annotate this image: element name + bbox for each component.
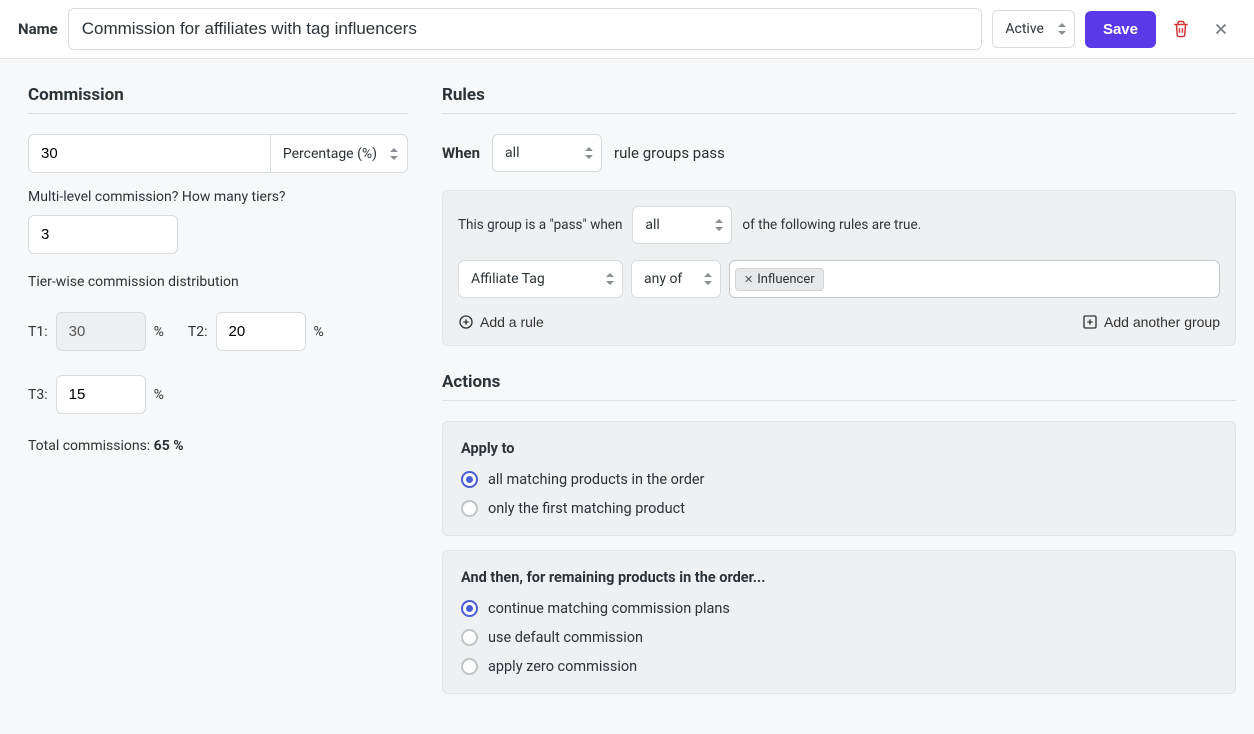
- commission-amount-row: Percentage (%): [28, 134, 408, 173]
- and-then-label: And then, for remaining products in the …: [461, 569, 1217, 586]
- commission-title: Commission: [28, 85, 408, 114]
- rule-operator-value: any of: [644, 271, 682, 287]
- apply-to-panel: Apply to all matching products in the or…: [442, 421, 1236, 536]
- group-footer: Add a rule Add another group: [458, 314, 1220, 330]
- group-suffix: of the following rules are true.: [742, 217, 921, 233]
- tier-value-input-t3[interactable]: [56, 375, 146, 414]
- add-group-label: Add another group: [1104, 314, 1220, 330]
- tag-text: Influencer: [757, 272, 814, 287]
- name-input[interactable]: [68, 8, 983, 50]
- tier-inputs-row: T1: % T2: %: [28, 312, 408, 351]
- trash-icon: [1172, 20, 1190, 38]
- tier-inputs-row-2: T3: %: [28, 375, 408, 414]
- tier-item: T1: %: [28, 312, 164, 351]
- when-suffix: rule groups pass: [614, 144, 725, 162]
- group-prefix: This group is a "pass" when: [458, 217, 622, 233]
- add-rule-label: Add a rule: [480, 314, 544, 330]
- tier-value-input-t2[interactable]: [216, 312, 306, 351]
- mlm-label: Multi-level commission? How many tiers?: [28, 189, 408, 205]
- tier-item: T2: %: [188, 312, 324, 351]
- when-label: When: [442, 144, 480, 162]
- rule-field-value: Affiliate Tag: [471, 271, 545, 287]
- radio-icon: [461, 471, 478, 488]
- when-select[interactable]: all: [492, 134, 602, 172]
- radio-icon: [461, 600, 478, 617]
- apply-to-option-first[interactable]: only the first matching product: [461, 500, 1217, 517]
- when-row: When all rule groups pass: [442, 134, 1236, 172]
- tier-dist-label: Tier-wise commission distribution: [28, 274, 408, 290]
- radio-label: all matching products in the order: [488, 471, 704, 488]
- then-option-default[interactable]: use default commission: [461, 629, 1217, 646]
- total-prefix: Total commissions:: [28, 438, 154, 454]
- rule-operator-select[interactable]: any of: [631, 260, 721, 298]
- group-pass-value: all: [645, 217, 659, 233]
- commission-type-value: Percentage (%): [283, 146, 377, 162]
- actions-title: Actions: [442, 372, 1236, 401]
- tier-label: T3:: [28, 387, 48, 403]
- add-group-button[interactable]: Add another group: [1082, 314, 1220, 330]
- radio-label: only the first matching product: [488, 500, 685, 517]
- when-select-value: all: [505, 145, 519, 161]
- tier-item: T3: %: [28, 375, 164, 414]
- delete-button[interactable]: [1166, 14, 1196, 44]
- percent-sign: %: [154, 387, 164, 403]
- tier-label: T2:: [188, 324, 208, 340]
- radio-label: use default commission: [488, 629, 643, 646]
- group-header: This group is a "pass" when all of the f…: [458, 206, 1220, 244]
- percent-sign: %: [314, 324, 324, 340]
- apply-to-option-all[interactable]: all matching products in the order: [461, 471, 1217, 488]
- status-select-value: Active: [1005, 21, 1044, 37]
- rule-field-select[interactable]: Affiliate Tag: [458, 260, 623, 298]
- tier-label: T1:: [28, 324, 48, 340]
- close-icon: [1212, 20, 1230, 38]
- header-bar: Name Active Save: [0, 0, 1254, 59]
- rules-title: Rules: [442, 85, 1236, 114]
- rules-actions-panel: Rules When all rule groups pass This gro…: [442, 85, 1236, 708]
- plus-circle-icon: [458, 314, 474, 330]
- close-button[interactable]: [1206, 14, 1236, 44]
- radio-icon: [461, 629, 478, 646]
- and-then-panel: And then, for remaining products in the …: [442, 550, 1236, 694]
- radio-label: continue matching commission plans: [488, 600, 730, 617]
- tag-chip: ✕ Influencer: [735, 268, 824, 291]
- radio-label: apply zero commission: [488, 658, 637, 675]
- total-commissions-line: Total commissions: 65 %: [28, 438, 408, 454]
- apply-to-label: Apply to: [461, 440, 1217, 457]
- rule-row: Affiliate Tag any of ✕ Influencer: [458, 260, 1220, 298]
- tiers-count-input[interactable]: [28, 215, 178, 254]
- content: Commission Percentage (%) Multi-level co…: [0, 59, 1254, 734]
- status-select[interactable]: Active: [992, 10, 1075, 48]
- total-value: 65 %: [154, 438, 184, 454]
- tag-remove-icon[interactable]: ✕: [744, 273, 753, 286]
- name-label: Name: [18, 20, 58, 38]
- tier-value-input-t1: [56, 312, 146, 351]
- add-rule-button[interactable]: Add a rule: [458, 314, 544, 330]
- radio-icon: [461, 500, 478, 517]
- chevron-updown-icon: [389, 147, 399, 161]
- save-button[interactable]: Save: [1085, 11, 1156, 48]
- commission-panel: Commission Percentage (%) Multi-level co…: [28, 85, 408, 708]
- rule-value-taginput[interactable]: ✕ Influencer: [729, 260, 1220, 298]
- commission-amount-input[interactable]: [29, 135, 270, 172]
- plus-square-icon: [1082, 314, 1098, 330]
- percent-sign: %: [154, 324, 164, 340]
- then-option-continue[interactable]: continue matching commission plans: [461, 600, 1217, 617]
- group-pass-select[interactable]: all: [632, 206, 732, 244]
- radio-icon: [461, 658, 478, 675]
- commission-type-select[interactable]: Percentage (%): [270, 135, 407, 172]
- then-option-zero[interactable]: apply zero commission: [461, 658, 1217, 675]
- rule-group: This group is a "pass" when all of the f…: [442, 190, 1236, 346]
